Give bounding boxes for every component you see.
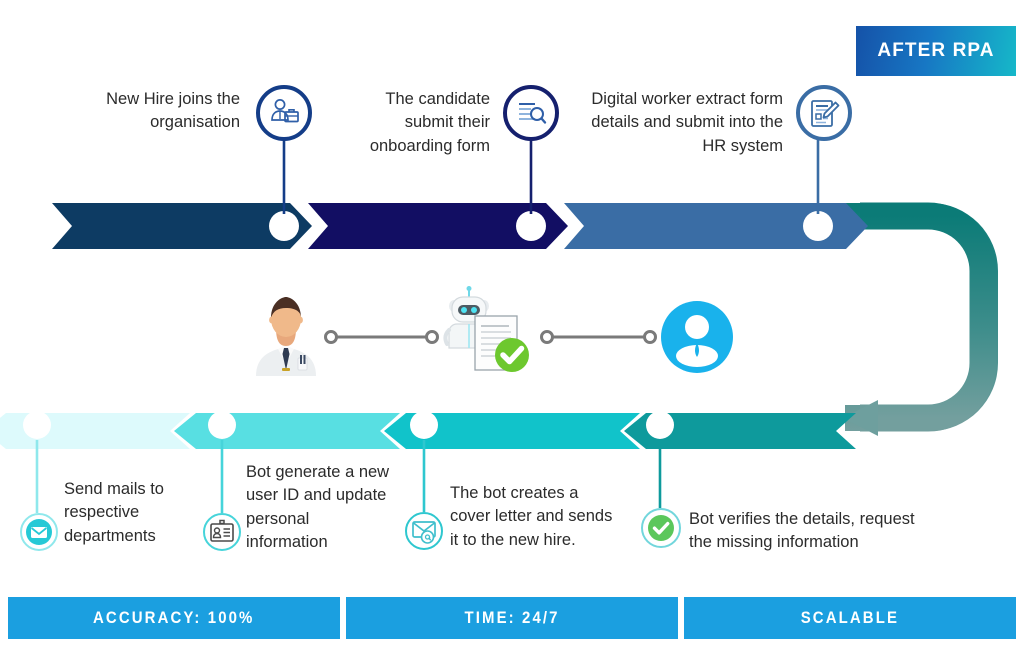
bottom-node-dot-2 — [208, 411, 236, 439]
stat-scalable: SCALABLE — [684, 597, 1016, 639]
bottom-step-4-icon-node[interactable] — [641, 508, 681, 548]
bottom-node-dot-1 — [23, 411, 51, 439]
top-node-dot-1 — [269, 211, 299, 241]
top-step-1-icon-node[interactable] — [256, 85, 312, 141]
document-search-icon — [519, 103, 547, 124]
employee-briefcase-icon — [271, 99, 299, 123]
top-step-3-caption: Digital worker extract form details and … — [591, 90, 783, 155]
stats-bar: ACCURACY: 100% TIME: 24/7 SCALABLE — [8, 597, 1016, 639]
stat-scalable-label: SCALABLE — [800, 608, 900, 627]
after-rpa-label: AFTER RPA — [877, 40, 995, 61]
bottom-step-3-caption: The bot creates a cover letter and sends… — [450, 484, 613, 549]
top-step-3-icon-node[interactable] — [796, 85, 852, 141]
bottom-step-4-caption: Bot verifies the details, request the mi… — [689, 510, 915, 552]
top-step-2-icon-node[interactable] — [503, 85, 559, 141]
user-profile-icon — [661, 301, 733, 373]
envelope-icon — [26, 519, 52, 545]
robot-document-verified-icon — [443, 286, 535, 376]
bottom-step-2-caption: Bot generate a new user ID and update pe… — [246, 463, 390, 552]
businessman-avatar — [248, 292, 324, 376]
stat-time: TIME: 24/7 — [346, 597, 678, 639]
bottom-step-2-icon-node[interactable] — [203, 513, 241, 551]
bottom-arrow-segment-2 — [174, 413, 400, 449]
bottom-step-1-caption: Send mails to respective departments — [64, 480, 164, 545]
form-edit-icon — [811, 100, 840, 127]
bottom-step-1-icon-node[interactable] — [20, 513, 58, 551]
top-step-1-caption: New Hire joins the organisation — [106, 90, 240, 132]
check-circle-icon — [648, 515, 674, 541]
top-arrow-segments — [52, 203, 868, 249]
bottom-node-dot-4 — [646, 411, 674, 439]
top-step-2-caption: The candidate submit their onboarding fo… — [369, 90, 490, 155]
uturn-connector — [843, 202, 998, 436]
top-node-dot-3 — [803, 211, 833, 241]
stat-accuracy-label: ACCURACY: 100% — [93, 608, 255, 627]
stat-accuracy: ACCURACY: 100% — [8, 597, 340, 639]
after-rpa-badge: AFTER RPA — [856, 26, 1016, 76]
bottom-node-dot-3 — [410, 411, 438, 439]
top-node-dot-2 — [516, 211, 546, 241]
stat-time-label: TIME: 24/7 — [464, 608, 560, 627]
id-badge-icon — [210, 519, 234, 542]
bottom-arrow-segments — [0, 411, 856, 449]
infographic-canvas: AFTER RPA New Hire joins the organisatio… — [0, 0, 1024, 645]
